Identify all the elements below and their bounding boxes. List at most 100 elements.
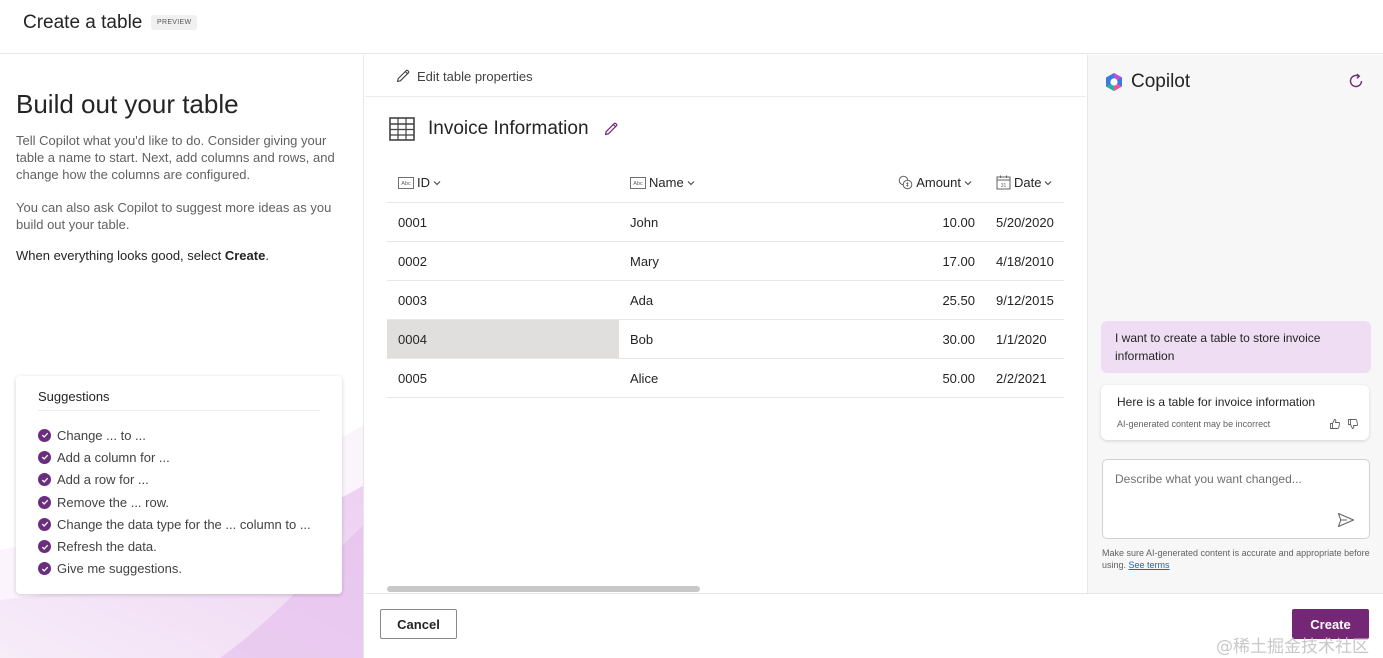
- top-bar: Create a table PREVIEW: [0, 0, 1383, 54]
- column-name: Date: [1014, 175, 1042, 190]
- column-name: ID: [417, 175, 430, 190]
- feedback-buttons: [1329, 418, 1359, 430]
- calendar-icon: 31: [996, 175, 1011, 190]
- column-header-id[interactable]: Abc ID: [387, 163, 619, 202]
- pencil-icon: [396, 69, 410, 83]
- suggestions-card: Suggestions Change ... to ... Add a colu…: [16, 376, 342, 594]
- table-icon: [389, 117, 415, 141]
- horizontal-scrollbar[interactable]: [387, 586, 700, 592]
- cell-amount[interactable]: 30.00: [839, 320, 985, 358]
- cell-id[interactable]: 0003: [387, 281, 619, 319]
- suggestions-list: Change ... to ... Add a column for ... A…: [38, 424, 311, 580]
- svg-text:Abc: Abc: [401, 181, 411, 187]
- cell-date[interactable]: 4/18/2010: [985, 242, 1064, 280]
- checkmark-circle-icon: [38, 450, 51, 464]
- table-name: Invoice Information: [428, 118, 589, 139]
- prompt-textarea[interactable]: [1103, 460, 1369, 538]
- ai-disclaimer: AI-generated content may be incorrect: [1117, 419, 1271, 429]
- suggestions-title: Suggestions: [38, 389, 110, 404]
- divider: [38, 410, 320, 411]
- copilot-chat-input: [1102, 459, 1370, 539]
- checkmark-circle-icon: [38, 517, 51, 531]
- table-row: 0004 Bob 30.00 1/1/2020: [387, 320, 1064, 359]
- column-name: Amount: [916, 175, 961, 190]
- copilot-header: Copilot: [1104, 71, 1190, 93]
- chevron-down-icon: [687, 180, 695, 185]
- cell-id-selected[interactable]: 0004: [387, 320, 619, 358]
- cell-date[interactable]: 2/2/2021: [985, 359, 1064, 397]
- suggestion-item[interactable]: Add a column for ...: [38, 446, 311, 468]
- suggestion-item[interactable]: Refresh the data.: [38, 535, 311, 557]
- cell-id[interactable]: 0005: [387, 359, 619, 397]
- table-title: Invoice Information: [389, 117, 619, 141]
- send-icon[interactable]: [1337, 512, 1355, 528]
- cell-id[interactable]: 0002: [387, 242, 619, 280]
- edit-table-properties-label: Edit table properties: [417, 68, 533, 84]
- text-type-icon: Abc: [630, 176, 646, 189]
- suggestion-label: Change the data type for the ... column …: [57, 516, 311, 532]
- paragraph-3-period: .: [265, 248, 269, 263]
- table-row: 0005 Alice 50.00 2/2/2021: [387, 359, 1064, 398]
- column-header-name[interactable]: Abc Name: [619, 163, 839, 202]
- thumbs-up-icon[interactable]: [1329, 418, 1341, 430]
- checkmark-circle-icon: [38, 428, 51, 442]
- checkmark-circle-icon: [38, 473, 51, 487]
- suggestion-label: Add a row for ...: [57, 472, 149, 488]
- instructions-panel: Build out your table Tell Copilot what y…: [0, 55, 364, 658]
- instruction-paragraph-1: Tell Copilot what you'd like to do. Cons…: [16, 133, 335, 182]
- chevron-down-icon: [433, 180, 441, 185]
- cancel-button[interactable]: Cancel: [380, 609, 457, 639]
- cell-name[interactable]: John: [619, 203, 839, 241]
- cell-id[interactable]: 0001: [387, 203, 619, 241]
- copilot-footer-note: Make sure AI-generated content is accura…: [1102, 547, 1372, 571]
- table-editor: Edit table properties Invoice Informatio…: [365, 55, 1086, 593]
- column-header-amount[interactable]: Amount: [839, 163, 985, 202]
- column-header-row: Abc ID Abc Name Amount 31 Date: [387, 163, 1064, 203]
- suggestion-label: Add a column for ...: [57, 449, 170, 465]
- suggestion-item[interactable]: Give me suggestions.: [38, 558, 311, 580]
- refresh-icon[interactable]: [1347, 72, 1365, 90]
- edit-table-properties-button[interactable]: Edit table properties: [395, 68, 533, 84]
- suggestion-label: Refresh the data.: [57, 539, 157, 555]
- copilot-panel: Copilot I want to create a table to stor…: [1087, 55, 1383, 593]
- copilot-logo-icon: [1106, 73, 1122, 91]
- checkmark-circle-icon: [38, 495, 51, 509]
- suggestion-item[interactable]: Add a row for ...: [38, 469, 311, 491]
- page-title: Create a table: [23, 12, 143, 33]
- table-row: 0003 Ada 25.50 9/12/2015: [387, 281, 1064, 320]
- cell-date[interactable]: 9/12/2015: [985, 281, 1064, 319]
- cell-date[interactable]: 5/20/2020: [985, 203, 1064, 241]
- suggestion-label: Change ... to ...: [57, 427, 146, 443]
- preview-badge: PREVIEW: [151, 15, 198, 30]
- see-terms-link[interactable]: See terms: [1129, 560, 1170, 570]
- column-name: Name: [649, 175, 684, 190]
- instruction-paragraph-3: When everything looks good, select Creat…: [16, 248, 269, 263]
- chevron-down-icon: [1045, 180, 1052, 185]
- copilot-title: Copilot: [1131, 71, 1191, 92]
- checkmark-circle-icon: [38, 540, 51, 554]
- cell-amount[interactable]: 17.00: [839, 242, 985, 280]
- table-row: 0002 Mary 17.00 4/18/2010: [387, 242, 1064, 281]
- cell-name[interactable]: Mary: [619, 242, 839, 280]
- cell-name[interactable]: Alice: [619, 359, 839, 397]
- thumbs-down-icon[interactable]: [1347, 418, 1359, 430]
- cell-name[interactable]: Ada: [619, 281, 839, 319]
- suggestion-item[interactable]: Change the data type for the ... column …: [38, 513, 311, 535]
- cell-amount[interactable]: 25.50: [839, 281, 985, 319]
- assistant-message: Here is a table for invoice information …: [1101, 385, 1369, 440]
- cell-amount[interactable]: 10.00: [839, 203, 985, 241]
- currency-icon: [898, 175, 913, 190]
- cell-amount[interactable]: 50.00: [839, 359, 985, 397]
- watermark: @稀土掘金技术社区: [1216, 637, 1369, 657]
- text-type-icon: Abc: [398, 176, 414, 189]
- edit-name-pencil-icon[interactable]: [603, 121, 619, 137]
- suggestion-item[interactable]: Remove the ... row.: [38, 491, 311, 513]
- suggestion-label: Remove the ... row.: [57, 494, 169, 510]
- column-header-date[interactable]: 31 Date: [985, 163, 1064, 202]
- checkmark-circle-icon: [38, 562, 51, 576]
- divider: [365, 96, 1086, 97]
- suggestion-item[interactable]: Change ... to ...: [38, 424, 311, 446]
- cell-name[interactable]: Bob: [619, 320, 839, 358]
- panel-heading: Build out your table: [16, 89, 239, 119]
- cell-date[interactable]: 1/1/2020: [985, 320, 1064, 358]
